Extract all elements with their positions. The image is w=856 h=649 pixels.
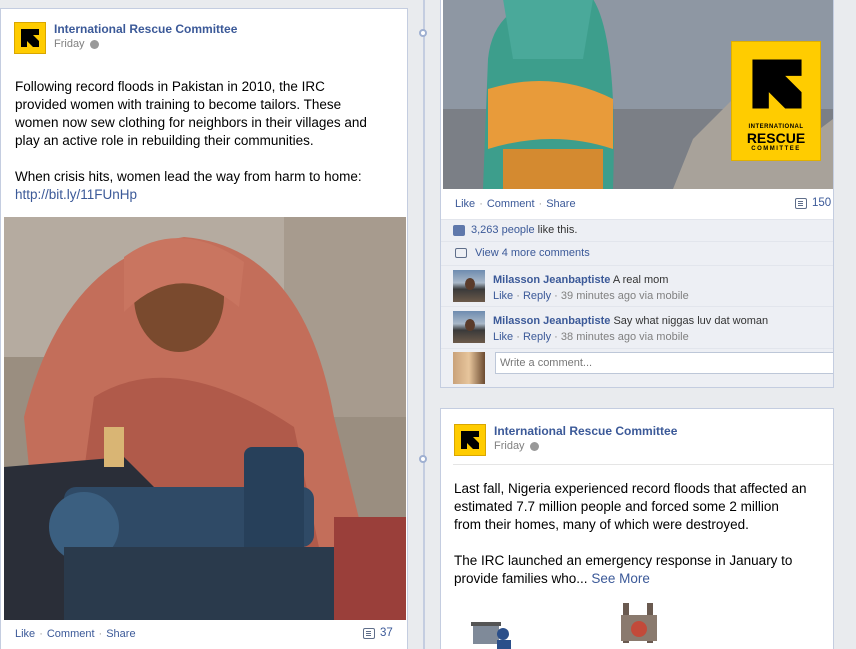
post-photo-woman[interactable]: INTERNATIONAL RESCUE COMMITTEE [443, 0, 833, 189]
globe-icon [89, 40, 99, 49]
comment-timestamp[interactable]: 38 minutes ago via mobile [561, 331, 689, 343]
like-button[interactable]: Like [15, 628, 35, 640]
post-card-pakistan: International Rescue Committee Friday Fo… [0, 8, 408, 649]
comment-bubble-icon [795, 197, 807, 209]
comment-text: A real mom [612, 274, 669, 286]
likes-count-link[interactable]: 3,263 people [471, 224, 535, 236]
comment-author[interactable]: Milasson Jeanbaptiste [493, 315, 610, 327]
thumb-photo-image [621, 603, 657, 643]
post-card-photo: INTERNATIONAL RESCUE COMMITTEE Like · Co… [440, 0, 834, 388]
post-photo-tailor[interactable] [4, 217, 406, 620]
divider [453, 464, 833, 465]
comment-count[interactable]: 37 [363, 627, 393, 639]
irc-logo-large: INTERNATIONAL RESCUE COMMITTEE [731, 41, 821, 161]
avatar [453, 352, 485, 384]
comments-section: 3,263 people like this. View 4 more comm… [441, 219, 833, 387]
comment-reply-button[interactable]: Reply [523, 331, 551, 343]
comment-count[interactable]: 150 [795, 197, 831, 209]
post-text: Last fall, Nigeria experienced record fl… [454, 481, 807, 586]
share-button[interactable]: Share [106, 628, 135, 640]
globe-icon [529, 442, 539, 451]
post-header: International Rescue Committee Friday [14, 22, 237, 54]
comment-text: Say what niggas luv dat woman [613, 315, 769, 327]
comment-timestamp[interactable]: 39 minutes ago via mobile [561, 290, 689, 302]
post-photo-thumb[interactable] [611, 599, 671, 649]
post-photo-thumb[interactable] [469, 602, 529, 649]
irc-arrow-icon [461, 431, 479, 449]
irc-arrow-icon [21, 29, 39, 47]
post-time[interactable]: Friday [54, 37, 85, 52]
irc-logo-icon[interactable] [14, 22, 46, 54]
post-text: Following record floods in Pakistan in 2… [15, 78, 405, 204]
comment-bubble-icon [363, 627, 375, 639]
like-button[interactable]: Like [455, 198, 475, 210]
comment-like-button[interactable]: Like [493, 331, 513, 343]
comment-reply-button[interactable]: Reply [523, 290, 551, 302]
tailor-photo-image [4, 217, 406, 620]
post-time[interactable]: Friday [494, 439, 525, 454]
timeline-spine [423, 0, 425, 649]
post-link[interactable]: http://bit.ly/11FUnHp [15, 186, 405, 204]
comment-icon [455, 248, 467, 258]
post-author[interactable]: International Rescue Committee [494, 424, 677, 439]
avatar[interactable] [453, 311, 485, 343]
irc-logo-icon[interactable] [454, 424, 486, 456]
see-more-link[interactable]: See More [591, 571, 650, 586]
comment-like-button[interactable]: Like [493, 290, 513, 302]
post-header: International Rescue Committee Friday [454, 424, 677, 456]
timeline-marker [419, 455, 427, 463]
post-author[interactable]: International Rescue Committee [54, 22, 237, 37]
comment-button[interactable]: Comment [47, 628, 95, 640]
likes-row: 3,263 people like this. [441, 219, 833, 240]
comment-button[interactable]: Comment [487, 198, 535, 210]
share-button[interactable]: Share [546, 198, 575, 210]
comment-item: Milasson Jeanbaptiste Say what niggas lu… [441, 306, 833, 347]
irc-arrow-icon [752, 59, 802, 109]
view-more-comments-link[interactable]: View 4 more comments [475, 247, 590, 259]
comment-author[interactable]: Milasson Jeanbaptiste [493, 274, 610, 286]
thumb-photo-image [471, 622, 511, 649]
thumbs-up-icon [453, 224, 465, 236]
timeline-marker [419, 29, 427, 37]
post-actions: Like · Comment · Share [15, 628, 136, 640]
post-card-nigeria: International Rescue Committee Friday La… [440, 408, 834, 649]
avatar[interactable] [453, 270, 485, 302]
write-comment-input[interactable]: Write a comment... [495, 352, 833, 374]
view-more-row[interactable]: View 4 more comments [441, 241, 833, 264]
comment-item: Milasson Jeanbaptiste A real mom Like · … [441, 265, 833, 306]
post-actions: Like · Comment · Share [455, 198, 576, 210]
